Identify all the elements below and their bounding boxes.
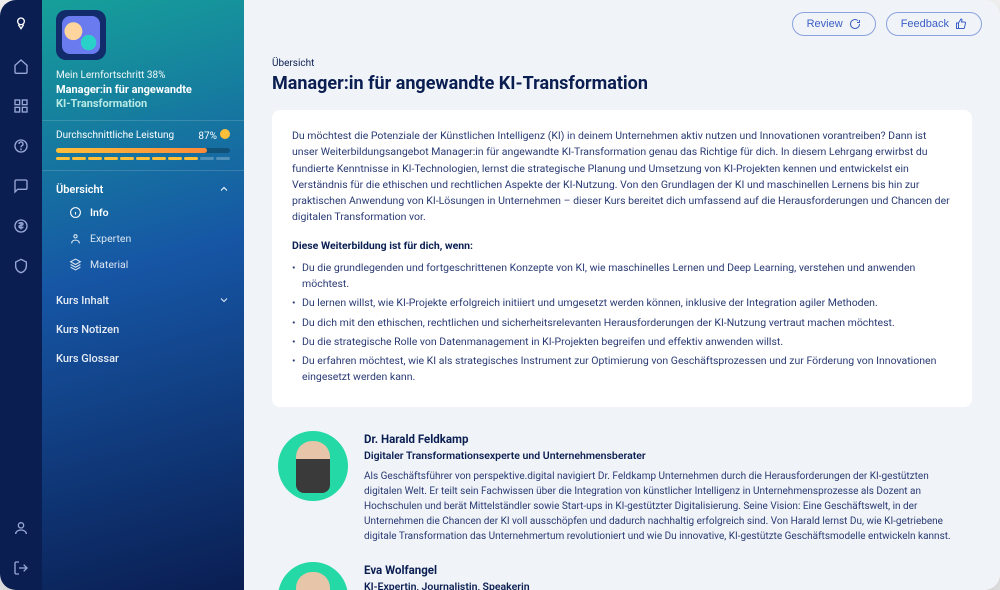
expert-name: Dr. Harald Feldkamp bbox=[364, 431, 966, 448]
bullet-list: Du die grundlegenden und fortgeschritten… bbox=[292, 260, 952, 386]
bullet-item: Du erfahren möchtest, wie KI als strateg… bbox=[292, 353, 952, 386]
layers-icon bbox=[68, 258, 82, 272]
user-icon[interactable] bbox=[9, 516, 33, 540]
dollar-icon[interactable] bbox=[9, 214, 33, 238]
performance-ticks bbox=[56, 157, 230, 160]
intro-card: Du möchtest die Potenziale der Künstlich… bbox=[272, 110, 972, 407]
chevron-up-icon bbox=[218, 183, 230, 195]
progress-label: Mein Lernfortschritt 38% bbox=[56, 70, 230, 81]
subnav-experts[interactable]: Experten bbox=[56, 226, 230, 252]
course-title: Manager:in für angewandte KI-Transformat… bbox=[56, 83, 230, 112]
review-icon bbox=[849, 18, 861, 30]
performance-bar bbox=[56, 148, 230, 153]
subnav-info[interactable]: Info bbox=[56, 200, 230, 226]
expert-card: Eva Wolfangel KI-Expertin, Journalistin,… bbox=[272, 562, 972, 590]
bullet-item: Du lernen willst, wie KI-Projekte erfolg… bbox=[292, 295, 952, 311]
expert-role: Digitaler Transformationsexperte und Unt… bbox=[364, 448, 966, 464]
home-icon[interactable] bbox=[9, 54, 33, 78]
link-course-notes[interactable]: Kurs Notizen bbox=[42, 315, 244, 344]
page-title: Manager:in für angewandte KI-Transformat… bbox=[272, 73, 972, 94]
nav-rail bbox=[0, 0, 42, 590]
main-content[interactable]: Review Feedback Übersicht Manager:in für… bbox=[244, 0, 1000, 590]
info-icon bbox=[68, 206, 82, 220]
chevron-down-icon bbox=[218, 294, 230, 306]
expert-bio: Als Geschäftsführer von perspektive.digi… bbox=[364, 469, 966, 544]
shield-icon[interactable] bbox=[9, 254, 33, 278]
star-icon bbox=[220, 129, 230, 139]
intro-text: Du möchtest die Potenziale der Künstlich… bbox=[292, 128, 952, 226]
avatar bbox=[278, 431, 348, 501]
link-course-glossary[interactable]: Kurs Glossar bbox=[42, 344, 244, 373]
course-sidebar: Mein Lernfortschritt 38% Manager:in für … bbox=[42, 0, 244, 590]
subnav-label: Info bbox=[90, 206, 109, 219]
performance-label: Durchschnittliche Leistung bbox=[56, 130, 174, 141]
link-course-content[interactable]: Kurs Inhalt bbox=[42, 286, 244, 315]
expert-role: KI-Expertin, Journalistin, Speakerin bbox=[364, 579, 966, 590]
for-you-heading: Diese Weiterbildung ist für dich, wenn: bbox=[292, 238, 952, 254]
grid-icon[interactable] bbox=[9, 94, 33, 118]
bullet-item: Du dich mit den ethischen, rechtlichen u… bbox=[292, 315, 952, 331]
chat-icon[interactable] bbox=[9, 174, 33, 198]
breadcrumb: Übersicht bbox=[272, 58, 972, 69]
bullet-item: Du die grundlegenden und fortgeschritten… bbox=[292, 260, 952, 293]
course-illustration bbox=[56, 10, 106, 60]
person-icon bbox=[68, 232, 82, 246]
help-icon[interactable] bbox=[9, 134, 33, 158]
performance-block: Durchschnittliche Leistung 87% bbox=[42, 120, 244, 171]
review-button[interactable]: Review bbox=[792, 12, 876, 36]
thumbs-up-icon bbox=[955, 18, 967, 30]
logo-icon[interactable] bbox=[7, 10, 35, 38]
feedback-button[interactable]: Feedback bbox=[886, 12, 982, 36]
avatar bbox=[278, 562, 348, 590]
performance-pct: 87% bbox=[198, 131, 217, 142]
logout-icon[interactable] bbox=[9, 556, 33, 580]
expert-card: Dr. Harald Feldkamp Digitaler Transforma… bbox=[272, 431, 972, 544]
section-overview[interactable]: Übersicht bbox=[56, 179, 230, 200]
bullet-item: Du die strategische Rolle von Datenmanag… bbox=[292, 334, 952, 350]
subnav-material[interactable]: Material bbox=[56, 252, 230, 278]
subnav-label: Experten bbox=[90, 232, 131, 245]
subnav-label: Material bbox=[90, 258, 128, 271]
expert-name: Eva Wolfangel bbox=[364, 562, 966, 579]
